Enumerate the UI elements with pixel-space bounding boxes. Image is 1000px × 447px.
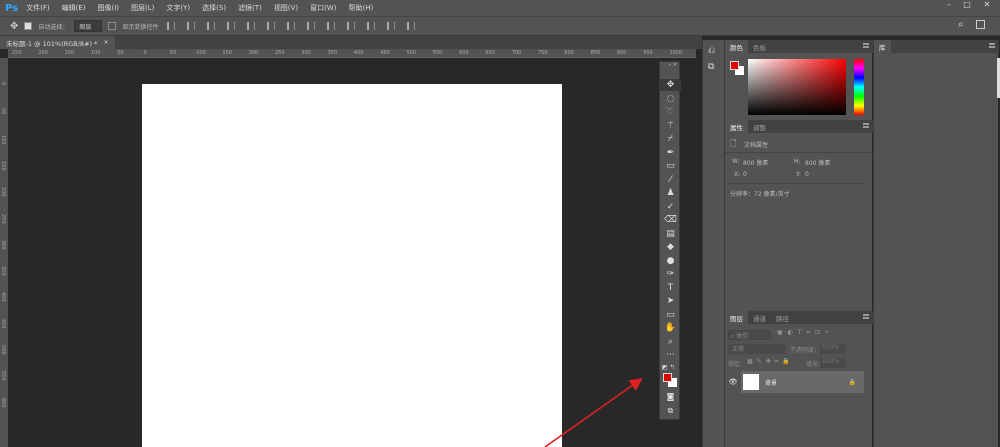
foreground-color-swatch[interactable] [730,61,739,70]
annotation-arrow [544,378,643,447]
